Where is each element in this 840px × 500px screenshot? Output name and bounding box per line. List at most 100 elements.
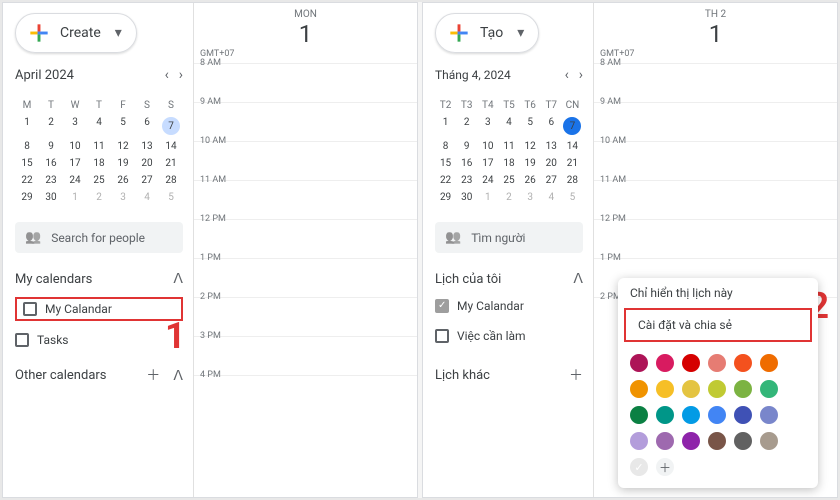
mini-day[interactable]: 4 — [541, 189, 562, 206]
add-icon[interactable]: ＋ — [569, 365, 583, 385]
mini-day[interactable]: 19 — [111, 155, 135, 172]
mini-day[interactable]: 20 — [541, 155, 562, 172]
checkbox-icon[interactable] — [435, 329, 449, 343]
mini-day[interactable]: 30 — [456, 189, 477, 206]
mini-day[interactable]: 1 — [435, 114, 456, 138]
color-swatch[interactable] — [760, 354, 778, 372]
color-swatch[interactable] — [630, 432, 648, 450]
mini-day[interactable]: 4 — [87, 114, 111, 138]
mini-day[interactable]: 17 — [477, 155, 498, 172]
mini-day[interactable]: 4 — [498, 114, 519, 138]
next-month-icon[interactable]: › — [579, 67, 583, 83]
color-swatch[interactable] — [682, 432, 700, 450]
add-color-icon[interactable]: ＋ — [656, 458, 674, 476]
color-swatch[interactable] — [630, 380, 648, 398]
mini-day[interactable]: 5 — [562, 189, 583, 206]
hour-row[interactable]: 10 AM — [594, 141, 837, 180]
color-swatch[interactable] — [682, 380, 700, 398]
mini-day[interactable]: 3 — [520, 189, 541, 206]
mini-day[interactable]: 14 — [159, 138, 183, 155]
mini-day[interactable]: 11 — [498, 138, 519, 155]
search-people[interactable]: Tìm người — [435, 222, 583, 253]
other-calendars-header[interactable]: Lịch khác ＋ — [435, 365, 583, 385]
mini-day[interactable]: 21 — [159, 155, 183, 172]
mini-day[interactable]: 23 — [456, 172, 477, 189]
color-swatch[interactable] — [656, 432, 674, 450]
mini-day[interactable]: 30 — [39, 189, 63, 206]
checkbox-icon[interactable] — [15, 333, 29, 347]
mini-day[interactable]: 17 — [63, 155, 87, 172]
search-people[interactable]: Search for people — [15, 222, 183, 253]
calendar-item-my-calendar[interactable]: My Calandar — [15, 297, 183, 321]
color-swatch[interactable] — [708, 406, 726, 424]
color-swatch[interactable] — [656, 406, 674, 424]
mini-day[interactable]: 13 — [135, 138, 159, 155]
mini-day[interactable]: 19 — [520, 155, 541, 172]
color-swatch[interactable] — [734, 432, 752, 450]
mini-day[interactable]: 6 — [541, 114, 562, 138]
calendar-item-my-calendar[interactable]: My Calandar — [435, 295, 583, 317]
show-only-this-calendar[interactable]: Chỉ hiển thị lịch này — [618, 278, 818, 308]
mini-day[interactable]: 5 — [111, 114, 135, 138]
hour-row[interactable]: 8 AM — [594, 63, 837, 102]
mini-day[interactable]: 26 — [520, 172, 541, 189]
hour-row[interactable]: 3 PM — [194, 336, 417, 375]
mini-day[interactable]: 9 — [39, 138, 63, 155]
mini-day[interactable]: 14 — [562, 138, 583, 155]
mini-day[interactable]: 2 — [39, 114, 63, 138]
hour-row[interactable]: 11 AM — [194, 180, 417, 219]
color-swatch[interactable] — [708, 432, 726, 450]
mini-day[interactable]: 21 — [562, 155, 583, 172]
mini-day[interactable]: 20 — [135, 155, 159, 172]
other-calendars-header[interactable]: Other calendars ＋ ᐱ — [15, 365, 183, 385]
prev-month-icon[interactable]: ‹ — [565, 67, 569, 83]
mini-day[interactable]: 29 — [435, 189, 456, 206]
mini-day[interactable]: 16 — [39, 155, 63, 172]
mini-day[interactable]: 24 — [63, 172, 87, 189]
mini-day[interactable]: 22 — [15, 172, 39, 189]
color-swatch[interactable] — [734, 354, 752, 372]
prev-month-icon[interactable]: ‹ — [165, 67, 169, 83]
mini-day[interactable]: 2 — [498, 189, 519, 206]
hour-row[interactable]: 1 PM — [194, 258, 417, 297]
mini-day[interactable]: 5 — [159, 189, 183, 206]
next-month-icon[interactable]: › — [179, 67, 183, 83]
color-swatch[interactable] — [656, 380, 674, 398]
mini-day[interactable]: 3 — [477, 114, 498, 138]
mini-day[interactable]: 28 — [562, 172, 583, 189]
mini-day[interactable]: 15 — [15, 155, 39, 172]
mini-day[interactable]: 8 — [15, 138, 39, 155]
mini-day[interactable]: 13 — [541, 138, 562, 155]
mini-day[interactable]: 6 — [135, 114, 159, 138]
mini-day[interactable]: 24 — [477, 172, 498, 189]
hour-row[interactable]: 9 AM — [594, 102, 837, 141]
color-swatch[interactable] — [708, 380, 726, 398]
color-swatch[interactable] — [630, 406, 648, 424]
mini-day[interactable]: 3 — [111, 189, 135, 206]
mini-day[interactable]: 3 — [63, 114, 87, 138]
add-icon[interactable]: ＋ — [146, 368, 160, 384]
mini-day[interactable]: 1 — [477, 189, 498, 206]
checkbox-checked-icon[interactable] — [435, 299, 449, 313]
color-swatch[interactable] — [734, 380, 752, 398]
create-button[interactable]: Tạo ▾ — [435, 13, 539, 53]
mini-day[interactable]: 18 — [498, 155, 519, 172]
hour-row[interactable]: 10 AM — [194, 141, 417, 180]
mini-day[interactable]: 7 — [159, 114, 183, 138]
hour-row[interactable]: 12 PM — [594, 219, 837, 258]
color-swatch[interactable] — [682, 406, 700, 424]
color-swatch[interactable] — [708, 354, 726, 372]
mini-day[interactable]: 22 — [435, 172, 456, 189]
mini-day[interactable]: 11 — [87, 138, 111, 155]
mini-day[interactable]: 25 — [498, 172, 519, 189]
hour-row[interactable]: 4 PM — [194, 375, 417, 414]
calendar-item-tasks[interactable]: Việc cần làm — [435, 325, 583, 347]
color-swatch[interactable] — [760, 432, 778, 450]
color-swatch[interactable] — [630, 354, 648, 372]
my-calendars-header[interactable]: My calendars ᐱ — [15, 271, 183, 287]
mini-day[interactable]: 7 — [562, 114, 583, 138]
mini-day[interactable]: 15 — [435, 155, 456, 172]
mini-day[interactable]: 10 — [477, 138, 498, 155]
mini-day[interactable]: 23 — [39, 172, 63, 189]
mini-calendar[interactable]: T2T3T4T5T6T7CN12345678910111213141516171… — [435, 97, 583, 206]
